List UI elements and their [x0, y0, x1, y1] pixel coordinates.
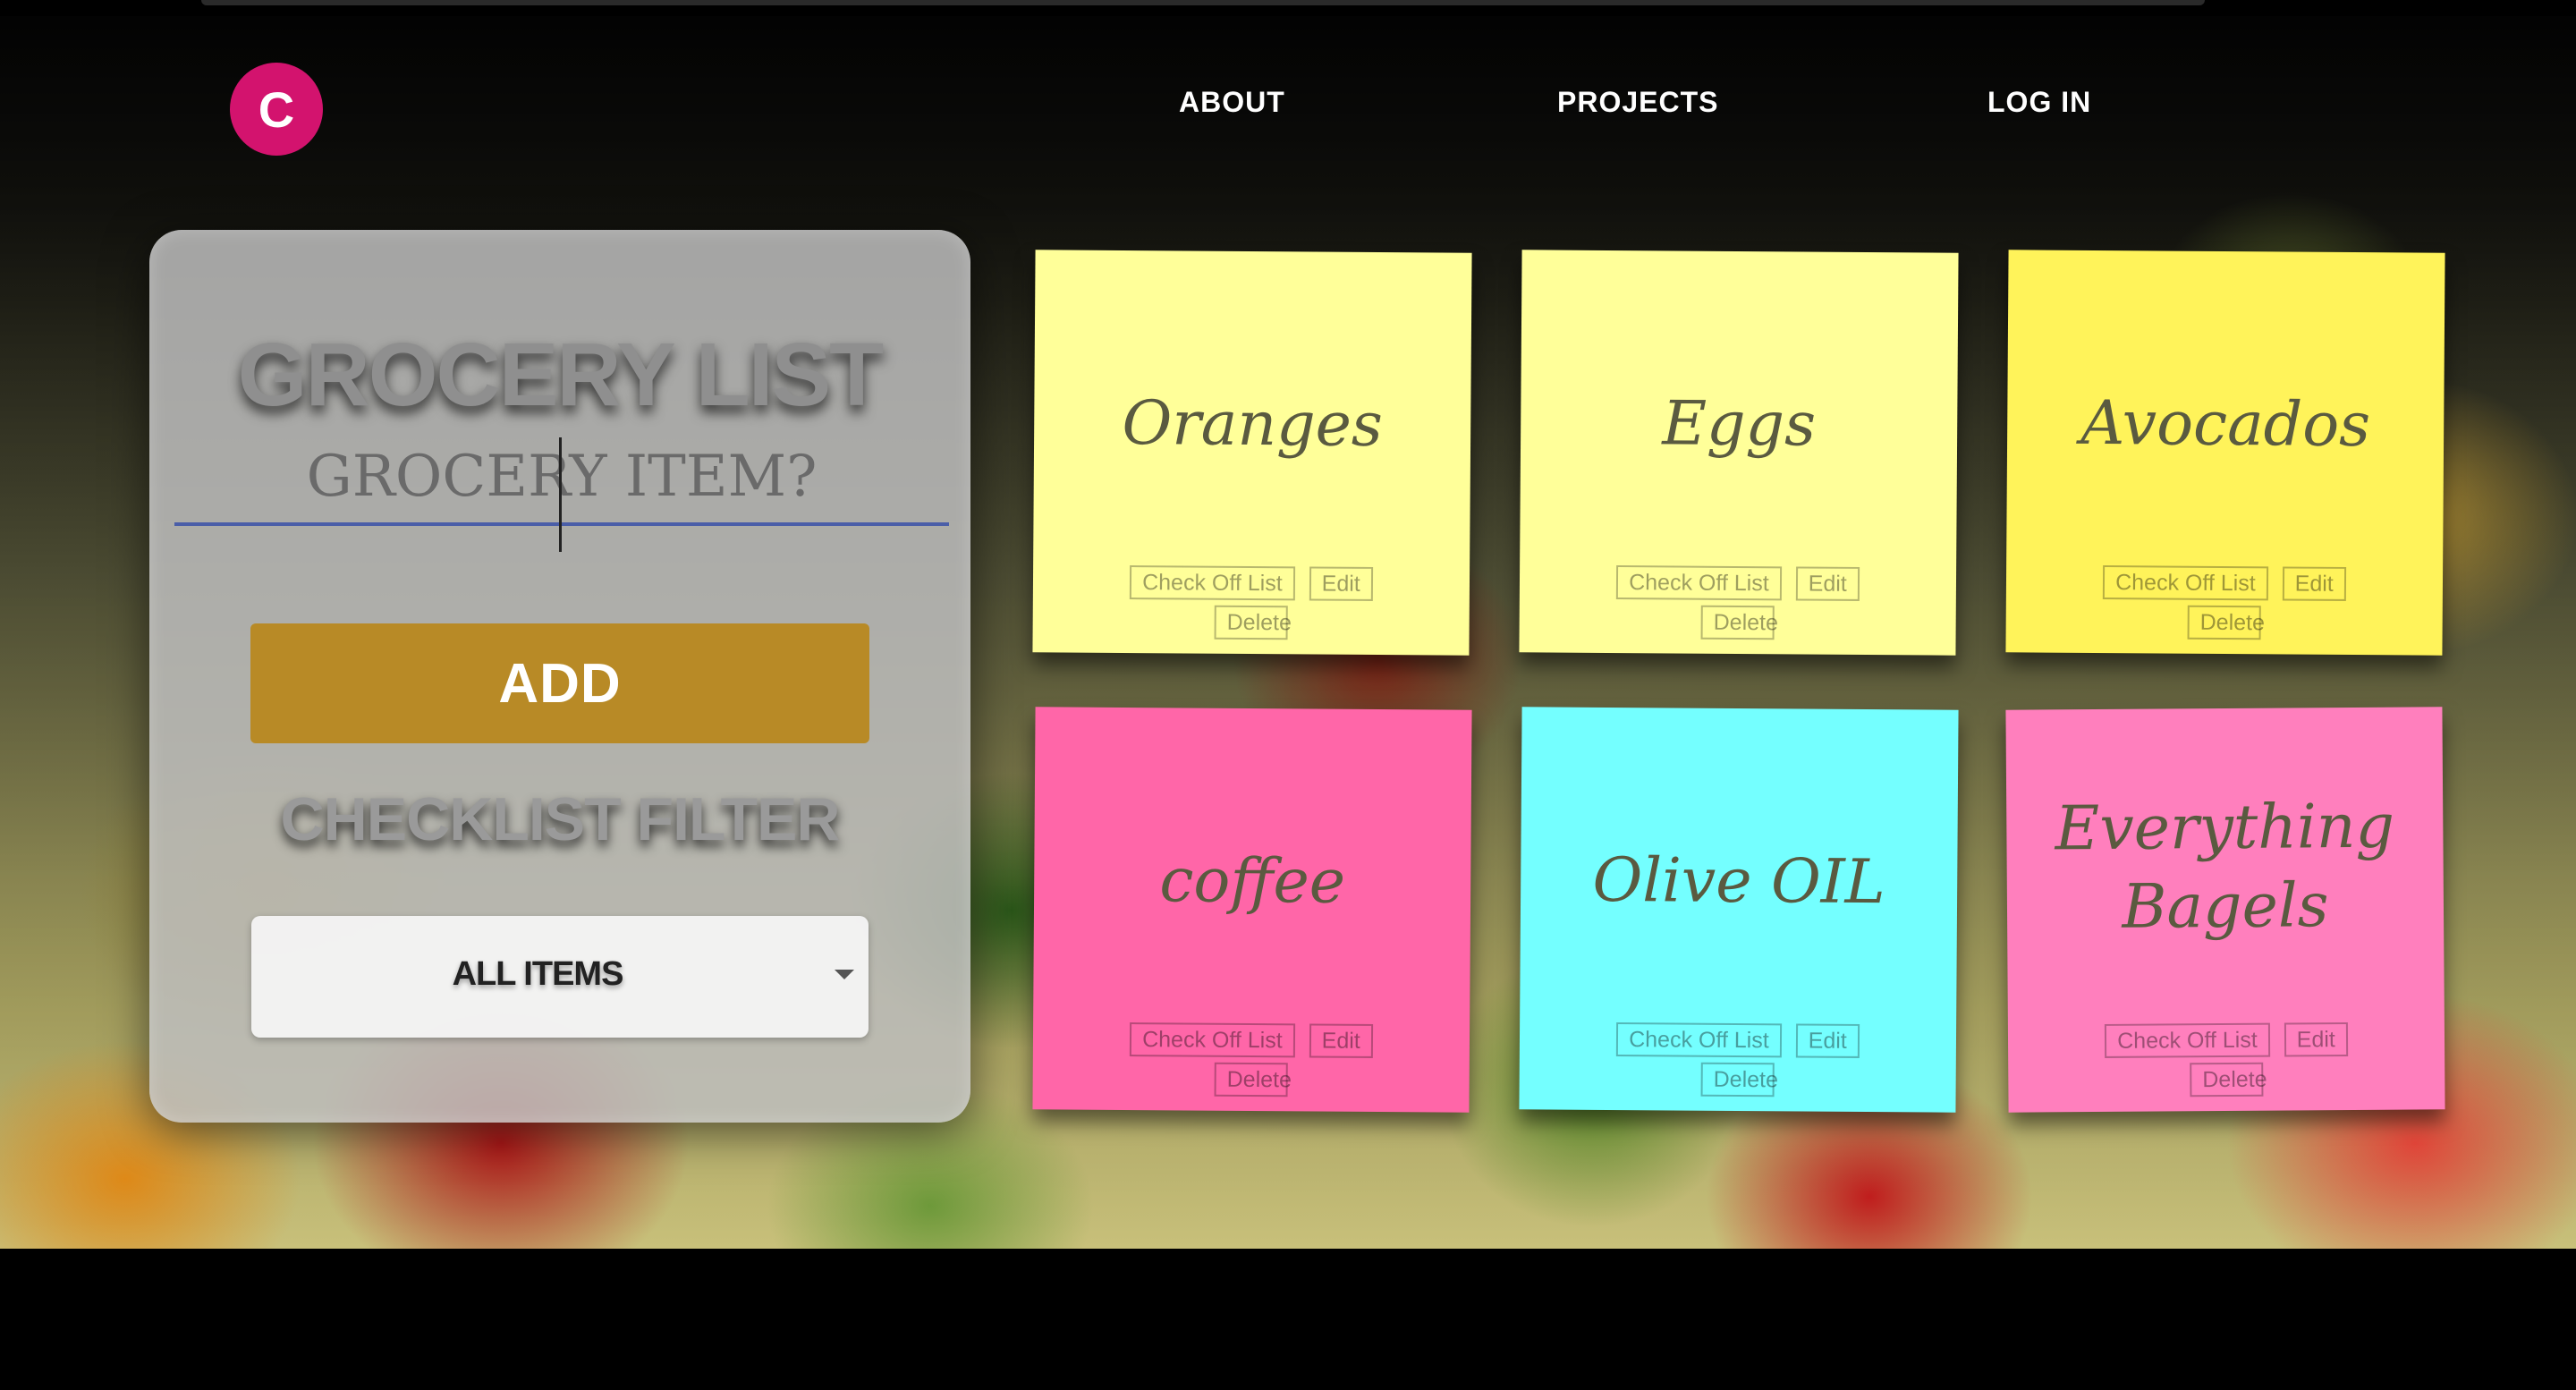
- note-card: Everything Bagels Check Off List Edit Del…: [2005, 707, 2445, 1113]
- check-off-button[interactable]: Check Off List: [2105, 1022, 2270, 1058]
- nav-about-link[interactable]: ABOUT: [1179, 86, 1285, 119]
- check-off-button[interactable]: Check Off List: [1130, 565, 1295, 601]
- delete-button[interactable]: Delete: [1700, 1062, 1778, 1098]
- edit-button[interactable]: Edit: [1795, 1023, 1860, 1058]
- text-cursor: [559, 437, 562, 552]
- add-button[interactable]: ADD: [250, 623, 869, 743]
- nav-login-link[interactable]: LOG IN: [1987, 86, 2091, 119]
- check-off-button[interactable]: Check Off List: [1130, 1022, 1295, 1058]
- delete-button[interactable]: Delete: [1700, 605, 1778, 640]
- grocery-form-panel: GROCERY LIST ADD CHECKLIST FILTER ALL IT…: [149, 230, 970, 1123]
- edit-button[interactable]: Edit: [2282, 566, 2346, 601]
- delete-button[interactable]: Delete: [2187, 605, 2265, 640]
- note-text: coffee: [1159, 845, 1346, 918]
- page-bottom-bar: [0, 1249, 2576, 1390]
- filter-title: CHECKLIST FILTER: [280, 785, 841, 853]
- note-card: Olive OIL Check Off List Edit Delete: [1519, 707, 1959, 1113]
- note-text: Eggs: [1662, 388, 1817, 461]
- chevron-down-icon: [835, 970, 854, 979]
- delete-button[interactable]: Delete: [1214, 1062, 1292, 1098]
- filter-selected-value: ALL ITEMS: [452, 955, 624, 993]
- note-card: Oranges Check Off List Edit Delete: [1032, 250, 1472, 656]
- delete-button[interactable]: Delete: [1214, 605, 1292, 640]
- check-off-button[interactable]: Check Off List: [1616, 1022, 1782, 1058]
- note-card: coffee Check Off List Edit Delete: [1032, 707, 1472, 1113]
- check-off-button[interactable]: Check Off List: [1616, 565, 1782, 601]
- nav-projects-link[interactable]: PROJECTS: [1557, 86, 1718, 119]
- edit-button[interactable]: Edit: [1309, 566, 1373, 601]
- edit-button[interactable]: Edit: [1795, 566, 1860, 601]
- note-text: Olive OIL: [1592, 844, 1886, 919]
- delete-button[interactable]: Delete: [2190, 1062, 2267, 1098]
- grocery-item-input[interactable]: [174, 431, 949, 526]
- note-card: Eggs Check Off List Edit Delete: [1519, 250, 1959, 656]
- edit-button[interactable]: Edit: [2284, 1022, 2348, 1057]
- browser-top-edge: [201, 0, 2205, 5]
- panel-title: GROCERY LIST: [237, 325, 885, 425]
- note-card: Avocados Check Off List Edit Delete: [2005, 250, 2445, 656]
- edit-button[interactable]: Edit: [1309, 1023, 1373, 1058]
- note-text: Oranges: [1122, 387, 1384, 462]
- check-off-button[interactable]: Check Off List: [2103, 565, 2268, 601]
- checklist-filter-select[interactable]: ALL ITEMS: [251, 916, 869, 1038]
- note-text: Everything Bagels: [2055, 791, 2395, 943]
- logo-icon[interactable]: C: [230, 63, 323, 156]
- note-text: Avocados: [2080, 387, 2371, 462]
